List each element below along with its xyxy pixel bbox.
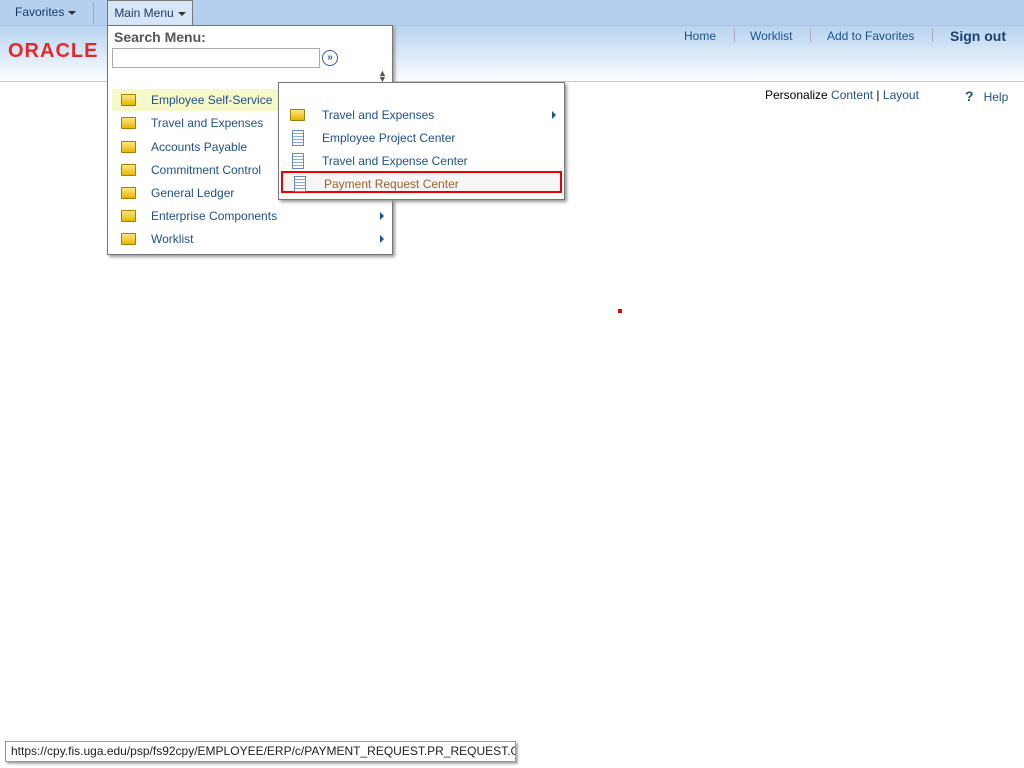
folder-icon (121, 117, 136, 129)
main-menu-label: Main Menu (114, 6, 174, 20)
submenu-dropdown: Travel and Expenses Employee Project Cent… (278, 82, 565, 200)
main-menu[interactable]: Main Menu (107, 0, 193, 25)
oracle-logo: ORACLE (8, 40, 99, 62)
divider (932, 28, 933, 42)
search-menu-input[interactable] (112, 48, 320, 68)
folder-icon (121, 187, 136, 199)
menu-item-label: Worklist (151, 232, 194, 246)
worklist-link[interactable]: Worklist (750, 29, 792, 43)
help-link[interactable]: ? Help (965, 88, 1008, 104)
divider (734, 28, 735, 42)
separator: | (876, 88, 880, 102)
top-nav-bar: Favorites Main Menu (0, 0, 1024, 26)
search-go-icon[interactable]: » (322, 50, 338, 66)
menu-item-travel-and-expenses[interactable]: Travel and Expenses (281, 104, 562, 126)
add-to-favorites-link[interactable]: Add to Favorites (827, 29, 914, 43)
status-bar-url: https://cpy.fis.uga.edu/psp/fs92cpy/EMPL… (5, 741, 516, 762)
help-icon: ? (965, 88, 974, 104)
chevron-right-icon (552, 111, 556, 119)
folder-icon (121, 210, 136, 222)
folder-icon (121, 164, 136, 176)
favorites-label: Favorites (15, 5, 65, 19)
menu-item-employee-project-center[interactable]: Employee Project Center (281, 127, 562, 149)
menu-item-label: Travel and Expenses (322, 108, 435, 122)
menu-item-label: Payment Request Center (324, 177, 459, 191)
menu-item-label: Employee Project Center (322, 131, 456, 145)
menu-item-travel-and-expense-center[interactable]: Travel and Expense Center (281, 150, 562, 172)
divider (93, 2, 94, 24)
personalize-content-link[interactable]: Content (831, 88, 873, 102)
home-link[interactable]: Home (684, 29, 716, 43)
menu-item-label: Travel and Expense Center (322, 154, 468, 168)
folder-icon (121, 94, 136, 106)
help-label: Help (983, 90, 1009, 104)
personalize-layout-link[interactable]: Layout (883, 88, 919, 102)
menu-item-label: Employee Self-Service (151, 93, 273, 107)
menu-item-worklist[interactable]: Worklist (112, 228, 390, 250)
document-icon (292, 130, 304, 146)
folder-icon (290, 109, 305, 121)
folder-icon (121, 141, 136, 153)
search-menu-label: Search Menu: (114, 29, 206, 45)
menu-item-label: Travel and Expenses (151, 116, 264, 130)
menu-item-label: General Ledger (151, 186, 235, 200)
favorites-menu[interactable]: Favorites (15, 0, 77, 25)
sort-icon[interactable]: ▲ ▼ (378, 69, 387, 84)
divider (810, 28, 811, 42)
folder-icon (121, 233, 136, 245)
menu-item-payment-request-center[interactable]: Payment Request Center (281, 171, 562, 193)
menu-item-label: Enterprise Components (151, 209, 278, 223)
chevron-right-icon (380, 212, 384, 220)
chevron-down-icon (68, 10, 77, 15)
chevron-right-icon (380, 235, 384, 243)
menu-item-enterprise-components[interactable]: Enterprise Components (112, 205, 390, 227)
document-icon (292, 153, 304, 169)
document-icon (294, 176, 306, 192)
cursor-marker (618, 309, 622, 313)
chevron-down-icon (177, 11, 186, 16)
personalize-label: Personalize (765, 88, 828, 102)
personalize: Personalize Content | Layout (765, 88, 919, 102)
menu-item-label: Accounts Payable (151, 140, 248, 154)
sign-out-link[interactable]: Sign out (950, 28, 1006, 44)
menu-item-label: Commitment Control (151, 163, 262, 177)
